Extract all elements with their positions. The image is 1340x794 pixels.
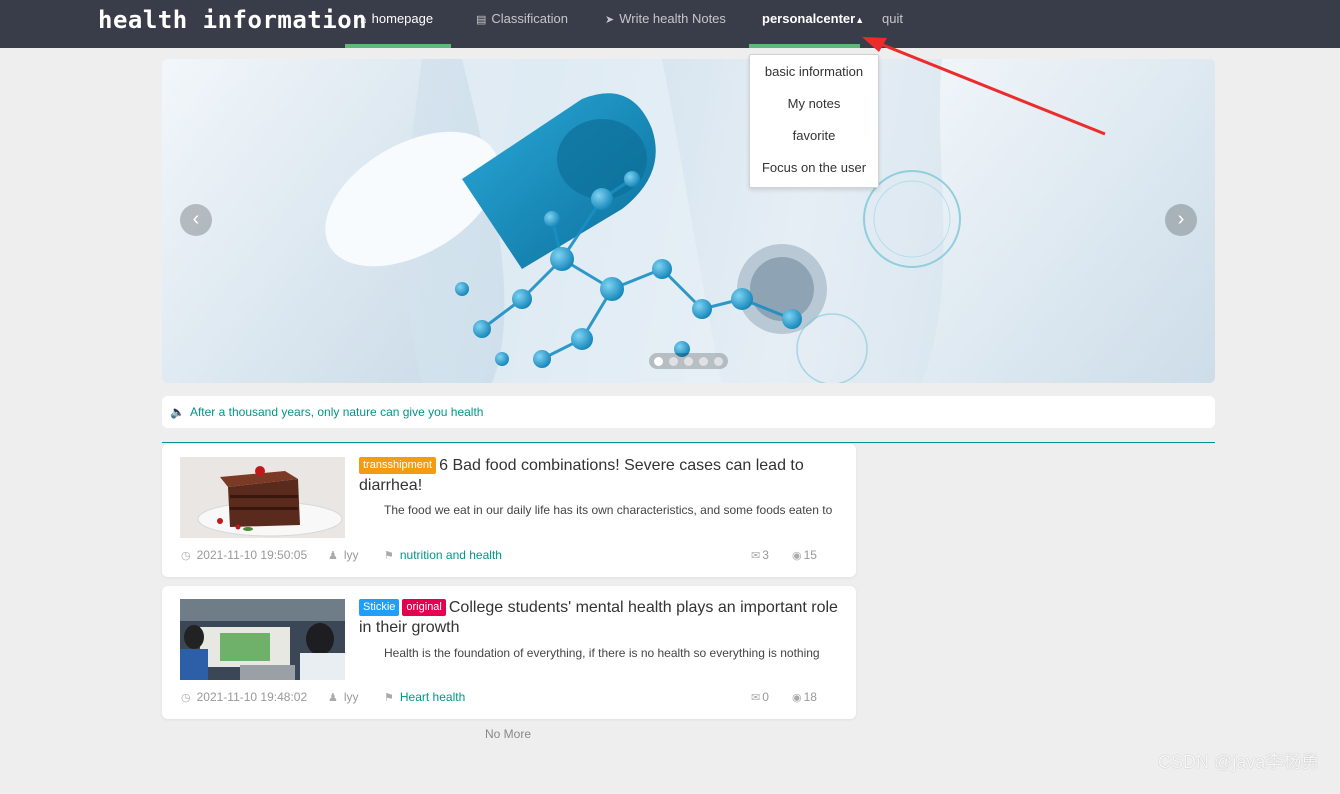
tag-transshipment: transshipment [359,457,437,474]
article-category-wrap: ⚑ nutrition and health [384,548,502,562]
article-date: ◷ 2021-11-10 19:50:05 [181,548,307,562]
article-views-count: 18 [803,690,817,704]
speaker-icon: 🔈 [170,405,185,419]
article-thumbnail-cake[interactable] [180,457,345,538]
tag-icon: ⚑ [384,692,394,704]
tag-original: original [402,599,446,616]
carousel-indicators [649,353,728,369]
user-icon: ♟ [328,692,338,704]
comment-icon: ✉ [751,692,761,704]
article-card[interactable]: transshipment 6 Bad food combinations! Se… [162,444,856,577]
article-thumbnail-students[interactable] [180,599,345,680]
carousel-dot[interactable] [714,356,723,366]
notice-text: After a thousand years, only nature can … [189,405,484,419]
article-author-text: lyy [343,690,359,704]
article-card[interactable]: Stickie original College students' mental … [162,586,856,719]
article-comments-count: 0 [762,690,769,704]
carousel-prev-button[interactable]: ‹ [180,204,212,236]
article-author: ♟ lyy [328,548,359,562]
carousel-dot[interactable] [684,356,693,366]
comment-icon: ✉ [751,550,761,562]
carousel-dot[interactable] [699,356,708,366]
user-icon: ♟ [328,550,338,562]
article-summary: The food we eat in our daily life has it… [384,503,833,517]
article-category-wrap: ⚑ Heart health [384,690,465,704]
carousel-dot[interactable] [654,356,663,366]
csdn-watermark: CSDN @java李杨勇 [1158,752,1320,772]
clock-icon: ◷ [181,550,191,562]
eye-icon: ◉ [792,692,802,704]
article-comments: ✉ 3 [751,548,769,562]
article-title[interactable]: transshipment 6 Bad food combinations! Se… [359,456,839,496]
article-summary: Health is the foundation of everything, … [384,646,820,660]
article-date-text: 2021-11-10 19:50:05 [196,548,308,562]
article-comments-count: 3 [762,548,769,562]
eye-icon: ◉ [792,550,802,562]
carousel-next-button[interactable]: › [1165,204,1197,236]
article-category-link[interactable]: nutrition and health [400,548,502,562]
tag-stickie: Stickie [359,599,400,616]
clock-icon: ◷ [181,692,191,704]
carousel-dot[interactable] [669,356,678,366]
article-title[interactable]: Stickie original College students' mental … [359,598,839,638]
article-category-link[interactable]: Heart health [400,690,465,704]
article-author: ♟ lyy [328,690,359,704]
annotation-arrow [862,37,1106,136]
article-views-count: 15 [803,548,817,562]
article-views: ◉ 15 [792,548,817,562]
article-comments: ✉ 0 [751,690,769,704]
tag-icon: ⚑ [384,550,394,562]
article-date-text: 2021-11-10 19:48:02 [196,690,308,704]
section-divider [162,442,1215,443]
article-author-text: lyy [343,548,359,562]
article-views: ◉ 18 [792,690,817,704]
article-date: ◷ 2021-11-10 19:48:02 [181,690,307,704]
notice-bar: 🔈 After a thousand years, only nature can… [162,396,1215,428]
no-more-indicator: No More [485,727,532,741]
